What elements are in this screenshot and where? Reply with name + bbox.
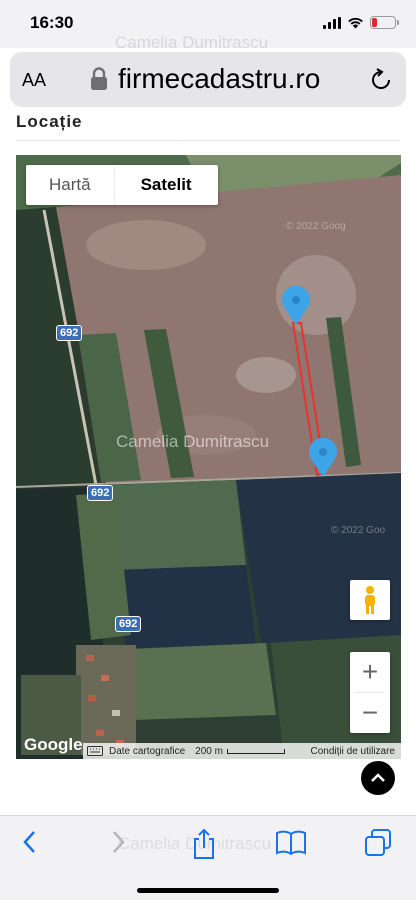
watermark-text: Camelia Dumitrascu [116,432,270,451]
road-label: 692 [87,485,114,501]
battery-low-icon [370,16,399,29]
imagery-watermark: © 2022 Goo [331,525,386,536]
road-label: 692 [115,616,142,632]
road-label: 692 [56,325,83,341]
zoom-out-button[interactable]: − [350,693,390,733]
wifi-icon [348,17,363,29]
map-type-satellite-button[interactable]: Satelit [113,165,218,205]
map-attribution: Date cartografice 200 m Condiții de util… [83,743,401,759]
reload-icon[interactable] [370,68,392,92]
zoom-controls: + − [350,652,390,733]
bookmarks-icon[interactable] [275,828,307,856]
imagery-watermark: © 2022 Goog [286,221,346,232]
share-icon[interactable] [190,828,218,860]
google-logo[interactable]: Google [24,735,83,755]
status-icons [323,16,399,29]
cellular-signal-icon [323,16,341,29]
scale-indicator[interactable]: 200 m [195,746,285,757]
clock: 16:30 [30,13,74,32]
status-bar: 16:30 Camelia Dumitrascu [0,0,416,52]
watermark-text: Camelia Dumitrascu [115,33,269,52]
satellite-imagery[interactable] [16,155,401,759]
back-icon[interactable] [20,828,40,856]
keyboard-shortcuts-icon[interactable] [87,746,103,756]
zoom-in-button[interactable]: + [350,652,390,692]
scroll-to-top-button[interactable] [361,761,395,795]
text-size-button[interactable]: AA [22,70,46,91]
lock-icon [91,67,107,90]
scale-label: 200 m [195,745,223,757]
terms-link[interactable]: Condiții de utilizare [311,746,396,757]
map-data-link[interactable]: Date cartografice [109,746,185,757]
section-title: Locație [16,112,83,131]
browser-toolbar: Camelia Dumitrascu [0,815,416,900]
divider [16,140,400,141]
scale-bar [226,748,285,754]
satellite-map[interactable]: Hartă Satelit 692 692 692 Camelia Dumitr… [16,155,401,759]
map-type-toggle[interactable]: Hartă Satelit [26,165,218,205]
tabs-icon[interactable] [364,828,392,858]
map-type-map-button[interactable]: Hartă [26,165,114,205]
street-view-button[interactable] [350,580,390,620]
address-bar[interactable]: AA firmecadastru.ro [10,52,406,107]
forward-icon[interactable] [108,828,128,856]
chevron-up-icon [371,773,385,782]
pegman-icon [365,586,375,614]
url-text[interactable]: firmecadastru.ro [118,63,320,95]
home-indicator[interactable] [137,888,279,893]
